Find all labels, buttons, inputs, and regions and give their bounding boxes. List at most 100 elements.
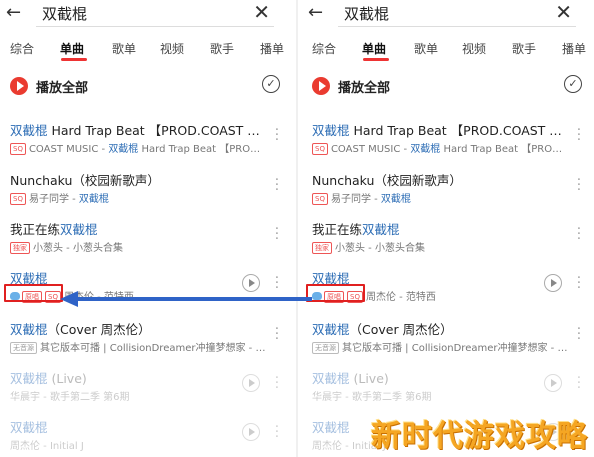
tab-item[interactable]: 视频 xyxy=(462,40,486,57)
title-highlight: 双截棍 xyxy=(312,123,350,138)
tab-item[interactable]: 单曲 xyxy=(362,40,386,57)
title-highlight: 双截棍 xyxy=(362,222,400,237)
play-all-row[interactable]: 播放全部 ✓ xyxy=(0,72,292,100)
quality-badge: SQ xyxy=(10,193,26,205)
left-panel: ← 双截棍 ✕ 综合 单曲 歌单 视频 歌手 播单播放全部 ✓ 双截棍 Hard Trap Beat… xyxy=(0,0,292,457)
tab-item[interactable]: 综合 xyxy=(10,40,34,57)
song-meta: 独家 小葱头 - 小葱头合集 xyxy=(312,239,568,254)
more-options-icon[interactable]: · · · xyxy=(274,272,280,295)
highlight-box xyxy=(306,284,365,302)
tab-item[interactable]: 单曲 xyxy=(60,40,84,57)
song-row[interactable]: 双截棍（Cover 周杰伦） 无音源 其它版本可播 | CollisionDream… xyxy=(0,317,292,365)
meta-highlight: 双截棍 xyxy=(410,144,441,155)
search-bar[interactable]: ← 双截棍 ✕ xyxy=(302,0,594,30)
song-row[interactable]: 双截棍周杰伦 - Initial J · · · xyxy=(0,415,292,457)
song-title: 双截棍 (Live) xyxy=(312,368,568,387)
song-row[interactable]: 双截棍（Cover 周杰伦） 无音源 其它版本可播 | CollisionDream… xyxy=(302,317,594,365)
search-underline xyxy=(36,26,274,27)
play-all-label[interactable]: 播放全部 xyxy=(338,77,390,96)
back-arrow-icon[interactable]: ← xyxy=(308,3,323,23)
right-panel: ← 双截棍 ✕ 综合 单曲 歌单 视频 歌手 播单播放全部 ✓ 双截棍 Hard Trap Beat… xyxy=(302,0,594,457)
more-options-icon[interactable]: · · · xyxy=(274,124,280,147)
search-bar[interactable]: ← 双截棍 ✕ xyxy=(0,0,292,30)
title-text: 我正在练 xyxy=(312,222,363,237)
song-title: 双截棍 xyxy=(10,417,266,436)
mv-play-icon[interactable] xyxy=(544,374,562,392)
more-options-icon[interactable]: · · · xyxy=(576,372,582,395)
meta-text: COAST MUSIC - xyxy=(28,144,109,155)
song-meta: 周杰伦 - Initial J xyxy=(10,437,266,452)
more-options-icon[interactable]: · · · xyxy=(576,323,582,346)
meta-text: 华晨宇 - 歌手第二季 第6期 xyxy=(312,392,432,403)
mv-play-icon[interactable] xyxy=(242,423,260,441)
song-row[interactable]: Nunchaku（校园新歌声） SQ 易子同学 - 双截棍 · · · xyxy=(0,168,292,216)
more-options-icon[interactable]: · · · xyxy=(274,174,280,197)
tab-item[interactable]: 歌单 xyxy=(414,40,438,57)
meta-text: COAST MUSIC - xyxy=(330,144,411,155)
tab-item[interactable]: 歌手 xyxy=(512,40,536,57)
song-row[interactable]: 我正在练双截棍 独家 小葱头 - 小葱头合集 · · · xyxy=(0,217,292,265)
more-options-icon[interactable]: · · · xyxy=(274,372,280,395)
search-query[interactable]: 双截棍 xyxy=(42,3,87,24)
annotation-arrow xyxy=(60,291,312,307)
search-tabs: 综合 单曲 歌单 视频 歌手 播单 xyxy=(302,36,594,61)
active-tab-indicator xyxy=(363,58,389,61)
song-row[interactable]: 双截棍 Hard Trap Beat 【PROD.COAST M… SQ COAST… xyxy=(302,118,594,166)
tab-item[interactable]: 播单 xyxy=(562,40,586,57)
song-row[interactable]: 我正在练双截棍独家 小葱头 - 小葱头合集 · · · xyxy=(302,217,594,265)
song-meta: 华晨宇 - 歌手第二季 第6期 xyxy=(312,388,568,403)
more-options-icon[interactable]: · · · xyxy=(576,174,582,197)
multi-select-icon[interactable]: ✓ xyxy=(564,75,582,93)
song-title: 双截棍（Cover 周杰伦） xyxy=(312,319,568,338)
meta-text: 周杰伦 - 范特西 xyxy=(365,292,436,303)
tab-item[interactable]: 综合 xyxy=(312,40,336,57)
meta-text: 易子同学 - xyxy=(28,194,79,205)
play-all-label[interactable]: 播放全部 xyxy=(36,77,88,96)
song-title: Nunchaku（校园新歌声） xyxy=(312,170,568,189)
search-tabs: 综合 单曲 歌单 视频 歌手 播单 xyxy=(0,36,292,61)
multi-select-icon[interactable]: ✓ xyxy=(262,75,280,93)
tab-item[interactable]: 歌手 xyxy=(210,40,234,57)
song-meta: 无音源 其它版本可播 | CollisionDreamer冲撞梦想家 - D… xyxy=(312,339,568,354)
tab-item[interactable]: 视频 xyxy=(160,40,184,57)
song-row[interactable]: 双截棍 (Live) 华晨宇 - 歌手第二季 第6期 · · · xyxy=(302,366,594,414)
tab-item[interactable]: 歌单 xyxy=(112,40,136,57)
more-options-icon[interactable]: · · · xyxy=(274,421,280,444)
more-options-icon[interactable]: · · · xyxy=(576,124,582,147)
mv-play-icon[interactable] xyxy=(242,274,260,292)
play-circle-icon[interactable] xyxy=(312,77,330,95)
more-options-icon[interactable]: · · · xyxy=(576,223,582,246)
song-row[interactable]: 双截棍 Hard Trap Beat 【PROD.COAST M… SQ COAST… xyxy=(0,118,292,166)
title-highlight: 双截棍 xyxy=(60,222,98,237)
title-suffix: （Cover 周杰伦） xyxy=(47,322,151,337)
tab-item[interactable]: 播单 xyxy=(260,40,284,57)
more-options-icon[interactable]: · · · xyxy=(274,223,280,246)
title-highlight: 双截棍 xyxy=(312,371,350,386)
highlight-box xyxy=(4,284,63,302)
song-meta: 无音源 其它版本可播 | CollisionDreamer冲撞梦想家 - D… xyxy=(10,339,266,354)
title-highlight: 双截棍 xyxy=(10,371,48,386)
song-meta: 独家 小葱头 - 小葱头合集 xyxy=(10,239,266,254)
play-circle-icon[interactable] xyxy=(10,77,28,95)
song-row[interactable]: 双截棍 (Live) 华晨宇 - 歌手第二季 第6期 · · · xyxy=(0,366,292,414)
close-icon[interactable]: ✕ xyxy=(555,0,572,24)
mv-play-icon[interactable] xyxy=(242,374,260,392)
meta-text: 其它版本可播 | CollisionDreamer冲撞梦想家 - D… xyxy=(40,343,266,354)
title-suffix: Hard Trap Beat 【PROD.COAST M… xyxy=(47,123,266,138)
panel-divider xyxy=(296,0,298,457)
quality-badge: SQ xyxy=(312,143,328,155)
song-title: 双截棍（Cover 周杰伦） xyxy=(10,319,266,338)
more-options-icon[interactable]: · · · xyxy=(576,272,582,295)
search-query[interactable]: 双截棍 xyxy=(344,3,389,24)
more-options-icon[interactable]: · · · xyxy=(274,323,280,346)
play-all-row[interactable]: 播放全部 ✓ xyxy=(302,72,594,100)
meta-text: 易子同学 - xyxy=(330,194,381,205)
song-title: Nunchaku（校园新歌声） xyxy=(10,170,266,189)
song-row[interactable]: Nunchaku（校园新歌声） SQ 易子同学 - 双截棍 · · · xyxy=(302,168,594,216)
back-arrow-icon[interactable]: ← xyxy=(6,3,21,23)
close-icon[interactable]: ✕ xyxy=(253,0,270,24)
active-tab-indicator xyxy=(61,58,87,61)
mv-play-icon[interactable] xyxy=(544,274,562,292)
title-highlight: 双截棍 xyxy=(10,420,48,435)
song-title: 双截棍 Hard Trap Beat 【PROD.COAST M… xyxy=(312,120,568,139)
